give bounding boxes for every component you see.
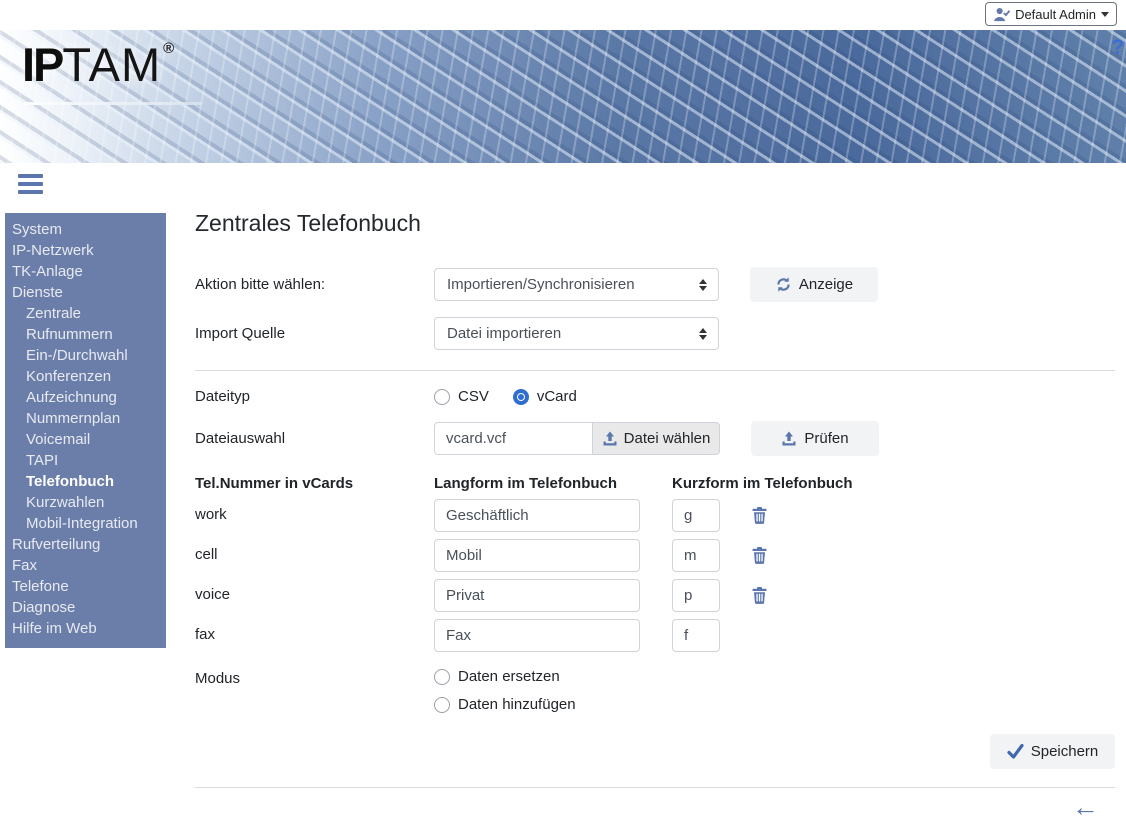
modus-options: Daten ersetzen Daten hinzufügen — [434, 668, 576, 724]
table-row: fax — [195, 619, 1115, 652]
select-arrows-icon — [699, 279, 707, 291]
save-button-label: Speichern — [1031, 743, 1099, 760]
table-header-langform: Langform im Telefonbuch — [434, 475, 672, 492]
sidebar-item-nummernplan[interactable]: Nummernplan — [5, 408, 166, 429]
check-icon — [1007, 744, 1024, 759]
action-label: Aktion bitte wählen: — [195, 276, 434, 293]
anzeige-button-label: Anzeige — [799, 276, 853, 293]
table-row: cell — [195, 539, 1115, 572]
langform-input-fax[interactable] — [434, 619, 640, 652]
table-header-kurzform: Kurzform im Telefonbuch — [672, 475, 853, 492]
sidebar-item-aufzeichnung[interactable]: Aufzeichnung — [5, 387, 166, 408]
row-key-voice: voice — [195, 579, 434, 603]
radio-csv-label[interactable]: CSV — [458, 388, 489, 405]
row-key-cell: cell — [195, 539, 434, 563]
footer-divider — [195, 787, 1115, 788]
sidebar-item-tk-anlage[interactable]: TK-Anlage — [5, 261, 166, 282]
pruefen-button-label: Prüfen — [804, 430, 848, 447]
sidebar-item-rufnummern[interactable]: Rufnummern — [5, 324, 166, 345]
divider — [195, 370, 1115, 371]
main-content: Zentrales Telefonbuch Aktion bitte wähle… — [195, 210, 1115, 817]
chevron-down-icon — [1101, 12, 1109, 17]
iptam-logo: IPTAM® — [22, 41, 174, 88]
radio-daten-hinzufuegen[interactable] — [434, 697, 450, 713]
sidebar-item-dienste[interactable]: Dienste — [5, 282, 166, 303]
sidebar-item-hilfe-im-web[interactable]: Hilfe im Web — [5, 618, 166, 639]
radio-vcard-label[interactable]: vCard — [537, 388, 577, 405]
sidebar-item-telefone[interactable]: Telefone — [5, 576, 166, 597]
kurzform-input-work[interactable] — [672, 499, 720, 532]
select-arrows-icon — [699, 328, 707, 340]
pruefen-button[interactable]: Prüfen — [751, 421, 879, 456]
sidebar-item-telefonbuch[interactable]: Telefonbuch — [5, 471, 166, 492]
sidebar-item-ein-durchwahl[interactable]: Ein-/Durchwahl — [5, 345, 166, 366]
file-input-group: Datei wählen — [434, 422, 720, 455]
menu-toggle-icon[interactable] — [18, 174, 43, 194]
user-menu-button[interactable]: Default Admin — [985, 2, 1117, 26]
page: Default Admin IPTAM® System IP-Netzwerk … — [0, 0, 1126, 817]
delete-row-icon[interactable] — [752, 507, 767, 524]
sidebar-item-kurzwahlen[interactable]: Kurzwahlen — [5, 492, 166, 513]
file-label: Dateiauswahl — [195, 430, 434, 447]
action-select[interactable]: Importieren/Synchronisieren — [434, 268, 719, 301]
choose-file-button[interactable]: Datei wählen — [593, 422, 720, 455]
langform-input-voice[interactable] — [434, 579, 640, 612]
radio-vcard[interactable] — [513, 389, 529, 405]
user-check-icon — [993, 7, 1010, 22]
anzeige-button[interactable]: Anzeige — [750, 267, 878, 302]
kurzform-input-cell[interactable] — [672, 539, 720, 572]
sidebar-item-fax[interactable]: Fax — [5, 555, 166, 576]
delete-row-icon[interactable] — [752, 547, 767, 564]
filetype-label: Dateityp — [195, 388, 434, 405]
langform-input-cell[interactable] — [434, 539, 640, 572]
sidebar-item-voicemail[interactable]: Voicemail — [5, 429, 166, 450]
help-icon[interactable]: ? — [1111, 36, 1124, 60]
sidebar-item-rufverteilung[interactable]: Rufverteilung — [5, 534, 166, 555]
sidebar-item-zentrale[interactable]: Zentrale — [5, 303, 166, 324]
source-select[interactable]: Datei importieren — [434, 317, 719, 350]
sidebar-item-diagnose[interactable]: Diagnose — [5, 597, 166, 618]
table-header-vcards: Tel.Nummer in vCards — [195, 475, 434, 492]
back-arrow-icon[interactable]: ← — [1072, 794, 1099, 817]
user-menu-label: Default Admin — [1015, 7, 1096, 22]
row-key-fax: fax — [195, 619, 434, 643]
choose-file-label: Datei wählen — [624, 430, 711, 447]
delete-row-icon[interactable] — [752, 587, 767, 604]
save-button[interactable]: Speichern — [990, 734, 1115, 769]
source-select-value: Datei importieren — [447, 325, 561, 342]
modus-label: Modus — [195, 668, 434, 687]
radio-daten-ersetzen[interactable] — [434, 669, 450, 685]
logo-underline — [24, 102, 202, 105]
upload-icon — [781, 431, 797, 447]
table-row: voice — [195, 579, 1115, 612]
langform-input-work[interactable] — [434, 499, 640, 532]
upload-icon — [602, 431, 618, 447]
sidebar-item-mobil-integration[interactable]: Mobil-Integration — [5, 513, 166, 534]
radio-daten-hinzufuegen-label[interactable]: Daten hinzufügen — [458, 696, 576, 713]
sidebar-item-konferenzen[interactable]: Konferenzen — [5, 366, 166, 387]
topbar: Default Admin — [0, 0, 1126, 29]
registered-mark: ® — [163, 40, 174, 57]
radio-daten-ersetzen-label[interactable]: Daten ersetzen — [458, 668, 560, 685]
table-row: work — [195, 499, 1115, 532]
kurzform-input-fax[interactable] — [672, 619, 720, 652]
kurzform-input-voice[interactable] — [672, 579, 720, 612]
radio-csv[interactable] — [434, 389, 450, 405]
row-key-work: work — [195, 499, 434, 523]
refresh-icon — [775, 276, 792, 293]
source-label: Import Quelle — [195, 325, 434, 342]
page-title: Zentrales Telefonbuch — [195, 210, 1115, 237]
filename-input[interactable] — [434, 422, 593, 455]
banner-image: IPTAM® — [0, 30, 1126, 163]
sidebar-nav: System IP-Netzwerk TK-Anlage Dienste Zen… — [5, 213, 166, 648]
sidebar-item-tapi[interactable]: TAPI — [5, 450, 166, 471]
action-select-value: Importieren/Synchronisieren — [447, 276, 635, 293]
sidebar-item-system[interactable]: System — [5, 219, 166, 240]
sidebar-item-ip-netzwerk[interactable]: IP-Netzwerk — [5, 240, 166, 261]
